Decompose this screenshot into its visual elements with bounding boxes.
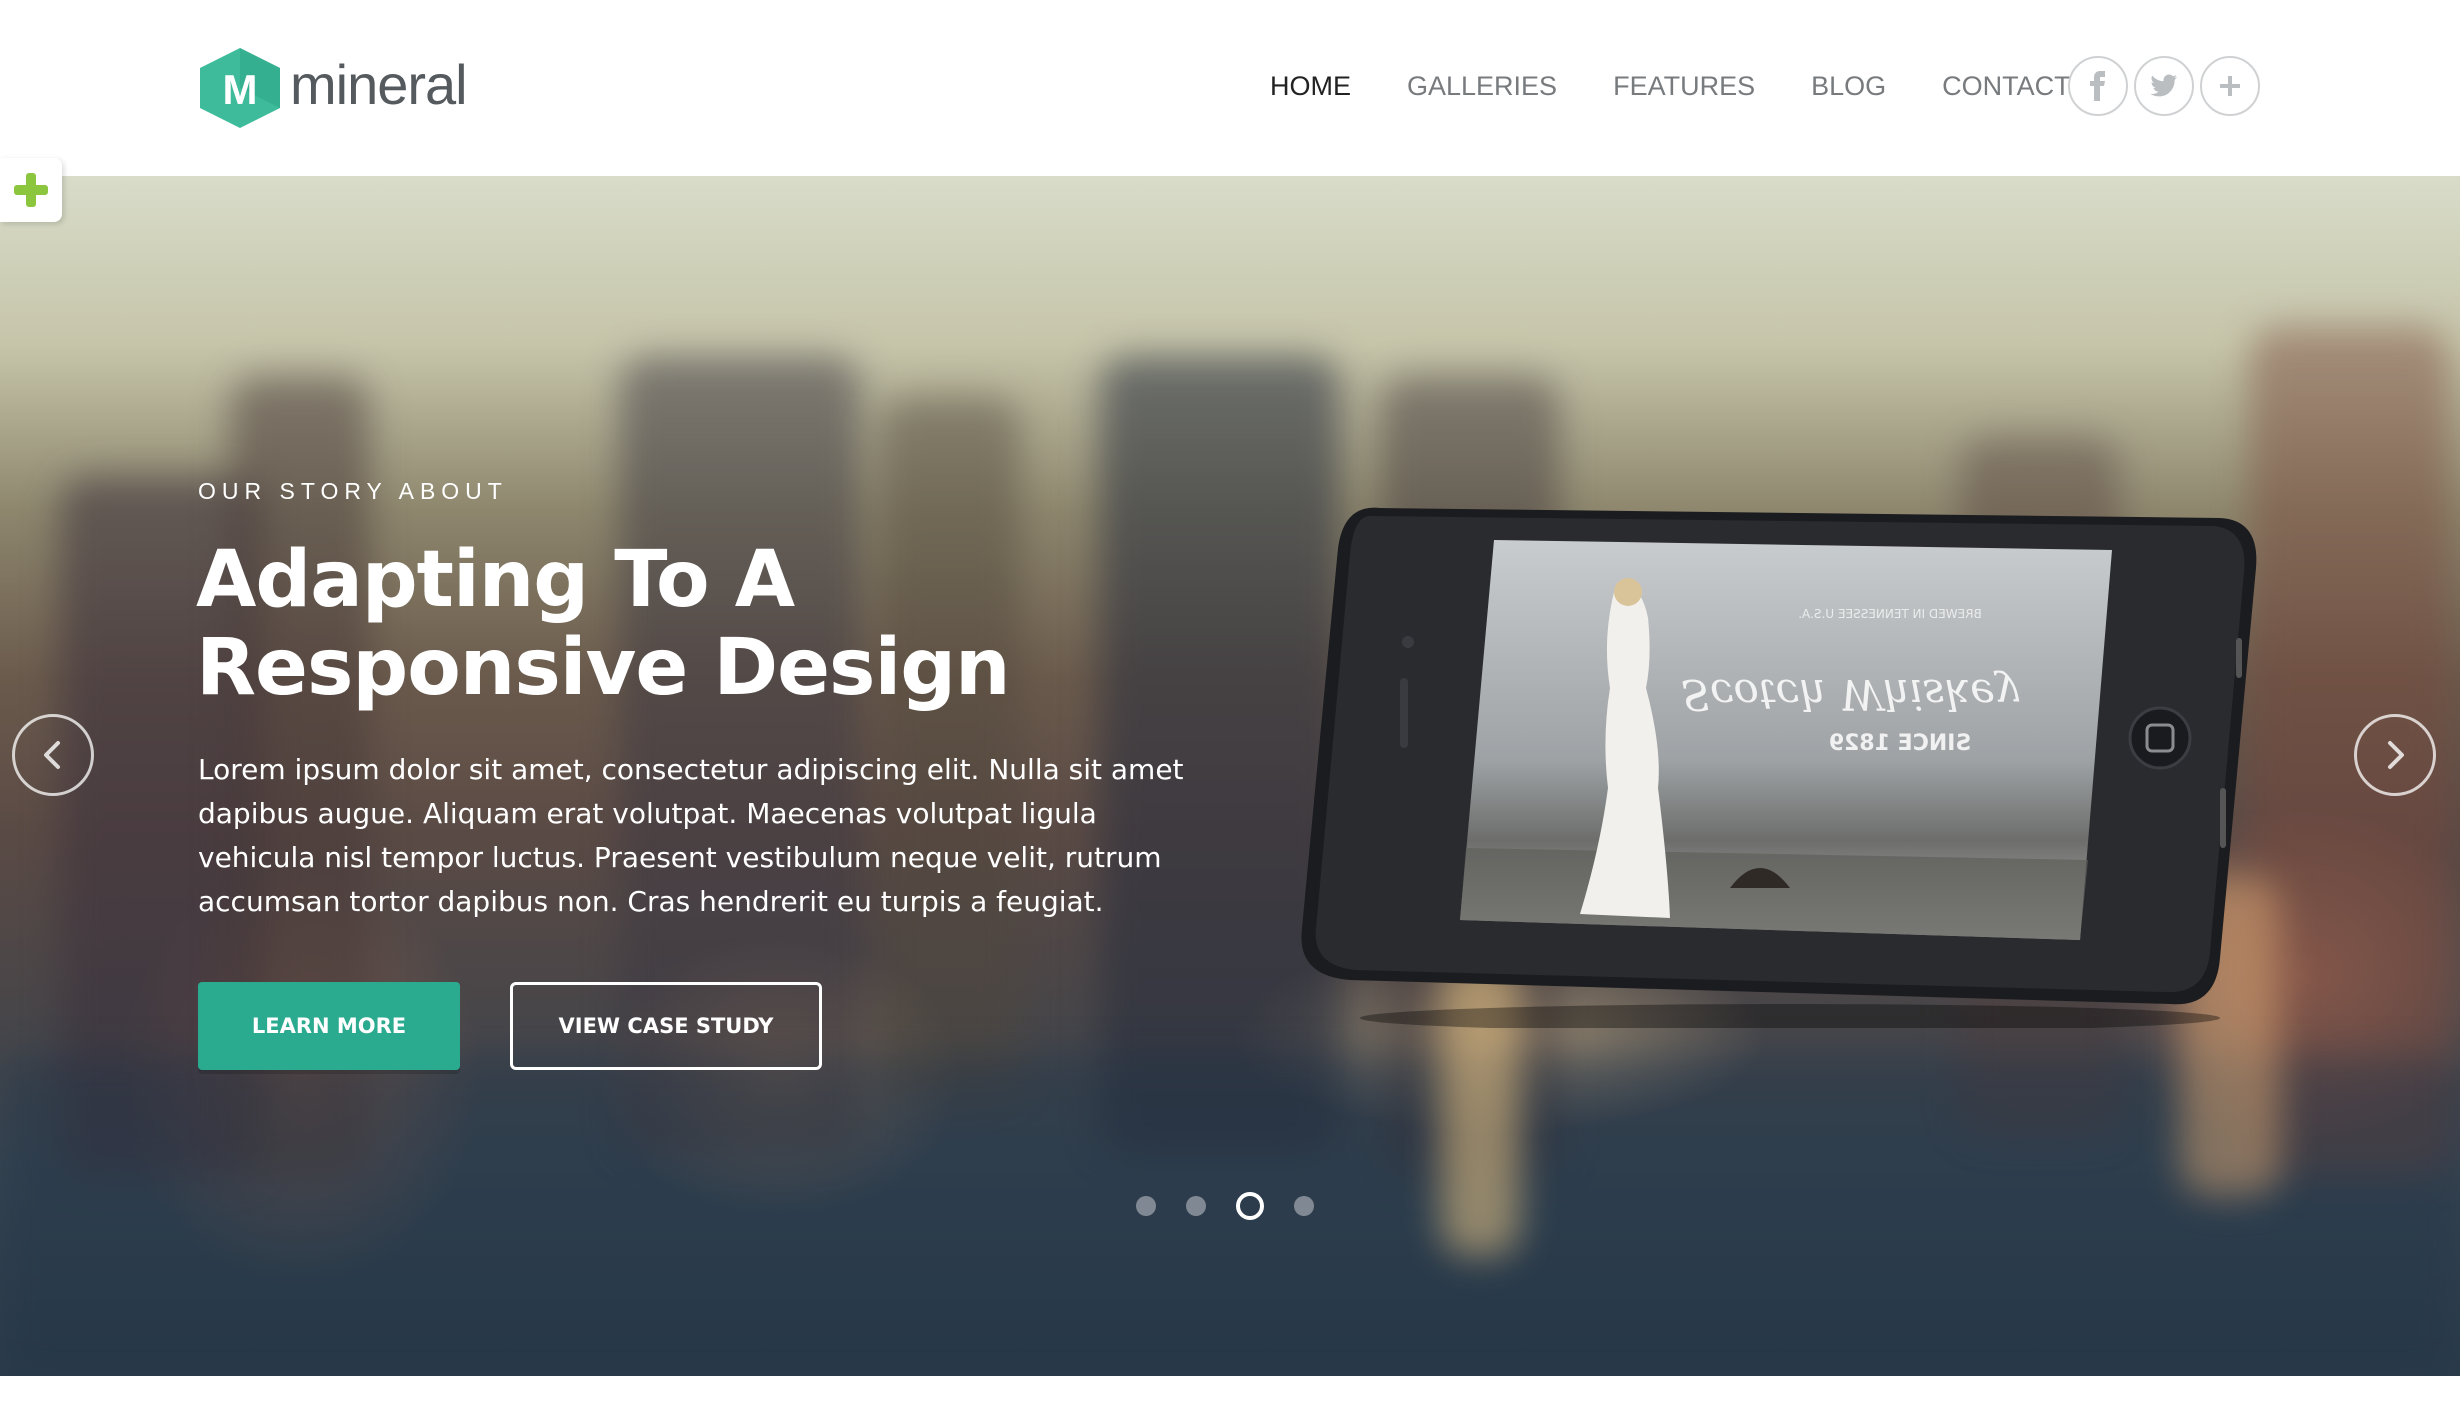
slider-pagination xyxy=(1136,1192,1344,1220)
skyline-blur xyxy=(880,396,1020,1096)
logo-hexagon-icon: M xyxy=(196,46,284,130)
phone-screen-script-text: Scotch Whiskey xyxy=(1681,670,2020,719)
phone-screen-top-text: BREWED IN TENNESSEE U.S.A. xyxy=(1798,607,1982,621)
phone-screen-since-text: SINCE 1829 xyxy=(1829,731,1972,756)
learn-more-button[interactable]: LEARN MORE xyxy=(198,982,460,1070)
view-case-study-button[interactable]: VIEW CASE STUDY xyxy=(510,982,822,1070)
nav-item-home[interactable]: HOME xyxy=(1270,60,1351,112)
slider-dot-3-active[interactable] xyxy=(1236,1192,1264,1220)
chevron-right-icon xyxy=(2388,741,2404,769)
social-links xyxy=(2068,56,2266,116)
nav-item-blog[interactable]: BLOG xyxy=(1811,60,1886,112)
hero-eyebrow: OUR STORY ABOUT xyxy=(198,478,508,504)
logo[interactable]: M mineral xyxy=(196,44,468,132)
plus-icon[interactable] xyxy=(2200,56,2260,116)
main-nav: HOME GALLERIES FEATURES BLOG CONTACT xyxy=(1270,60,2127,112)
slider-dot-1[interactable] xyxy=(1136,1196,1156,1216)
page-bottom-strip xyxy=(0,1376,2460,1410)
hero-body-text: Lorem ipsum dolor sit amet, consectetur … xyxy=(198,753,1184,918)
logo-letter: M xyxy=(223,66,258,113)
chevron-left-icon xyxy=(44,741,60,769)
twitter-icon[interactable] xyxy=(2134,56,2194,116)
slider-dot-2[interactable] xyxy=(1186,1196,1206,1216)
hero-headline: Adapting To A Responsive Design xyxy=(196,535,1011,713)
nav-item-galleries[interactable]: GALLERIES xyxy=(1407,60,1557,112)
slider-prev-button[interactable] xyxy=(12,714,94,796)
nav-item-features[interactable]: FEATURES xyxy=(1613,60,1755,112)
nav-item-contact[interactable]: CONTACT xyxy=(1942,60,2071,112)
green-plus-icon xyxy=(14,173,48,207)
slider-dot-4[interactable] xyxy=(1294,1196,1314,1216)
site-header: M mineral HOME GALLERIES FEATURES BLOG C… xyxy=(0,0,2460,176)
phone-mockup-image: Scotch Whiskey SINCE 1829 BREWED IN TENN… xyxy=(1301,507,2257,1028)
facebook-icon[interactable] xyxy=(2068,56,2128,116)
slider-next-button[interactable] xyxy=(2354,714,2436,796)
logo-text: mineral xyxy=(290,53,468,116)
add-widget-tab[interactable] xyxy=(0,158,62,222)
hero-slider: OUR STORY ABOUT Adapting To A Responsive… xyxy=(0,176,2460,1376)
